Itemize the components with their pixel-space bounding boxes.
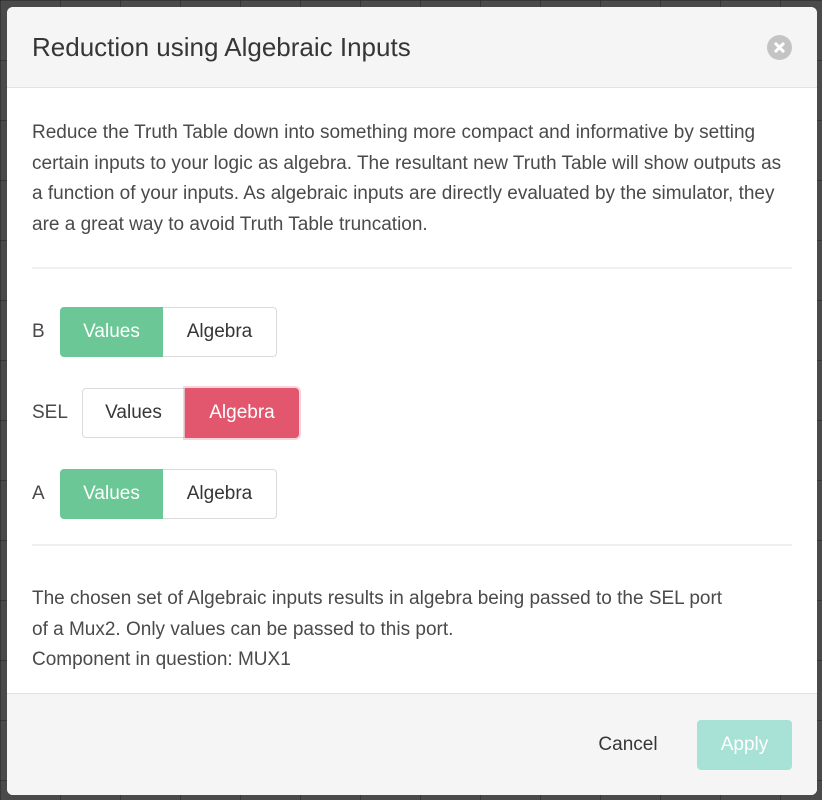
modal-title: Reduction using Algebraic Inputs bbox=[32, 32, 411, 62]
a-algebra-button[interactable]: Algebra bbox=[163, 469, 277, 519]
modal-header: Reduction using Algebraic Inputs bbox=[7, 7, 817, 88]
b-values-button[interactable]: Values bbox=[60, 307, 163, 357]
input-label-sel: SEL bbox=[32, 402, 68, 423]
input-label-a: A bbox=[32, 483, 45, 504]
divider bbox=[32, 544, 792, 546]
message-line: The chosen set of Algebraic inputs resul… bbox=[32, 588, 723, 609]
b-algebra-button[interactable]: Algebra bbox=[163, 307, 277, 357]
modal-footer: Cancel Apply bbox=[7, 693, 817, 795]
intro-text: Reduce the Truth Table down into somethi… bbox=[32, 122, 782, 235]
sel-values-button[interactable]: Values bbox=[82, 388, 185, 438]
message-line: of a Mux2. Only values can be passed to … bbox=[32, 618, 454, 640]
toggle-group-a: Values Algebra bbox=[60, 469, 277, 519]
message-line: Component in question: MUX1 bbox=[32, 649, 291, 670]
cancel-button[interactable]: Cancel bbox=[579, 720, 677, 770]
reduction-modal: Reduction using Algebraic Inputs Reduce … bbox=[7, 7, 817, 795]
close-icon[interactable] bbox=[767, 35, 792, 60]
divider bbox=[32, 267, 792, 269]
toggle-group-b: Values Algebra bbox=[60, 307, 277, 357]
error-message: The chosen set of Algebraic inputs resul… bbox=[32, 584, 792, 676]
sel-algebra-button[interactable]: Algebra bbox=[185, 388, 299, 438]
apply-button[interactable]: Apply bbox=[697, 720, 792, 770]
modal-body: Reduce the Truth Table down into somethi… bbox=[32, 88, 792, 693]
toggle-group-sel: Values Algebra bbox=[82, 388, 299, 438]
input-label-b: B bbox=[32, 321, 45, 342]
a-values-button[interactable]: Values bbox=[60, 469, 163, 519]
